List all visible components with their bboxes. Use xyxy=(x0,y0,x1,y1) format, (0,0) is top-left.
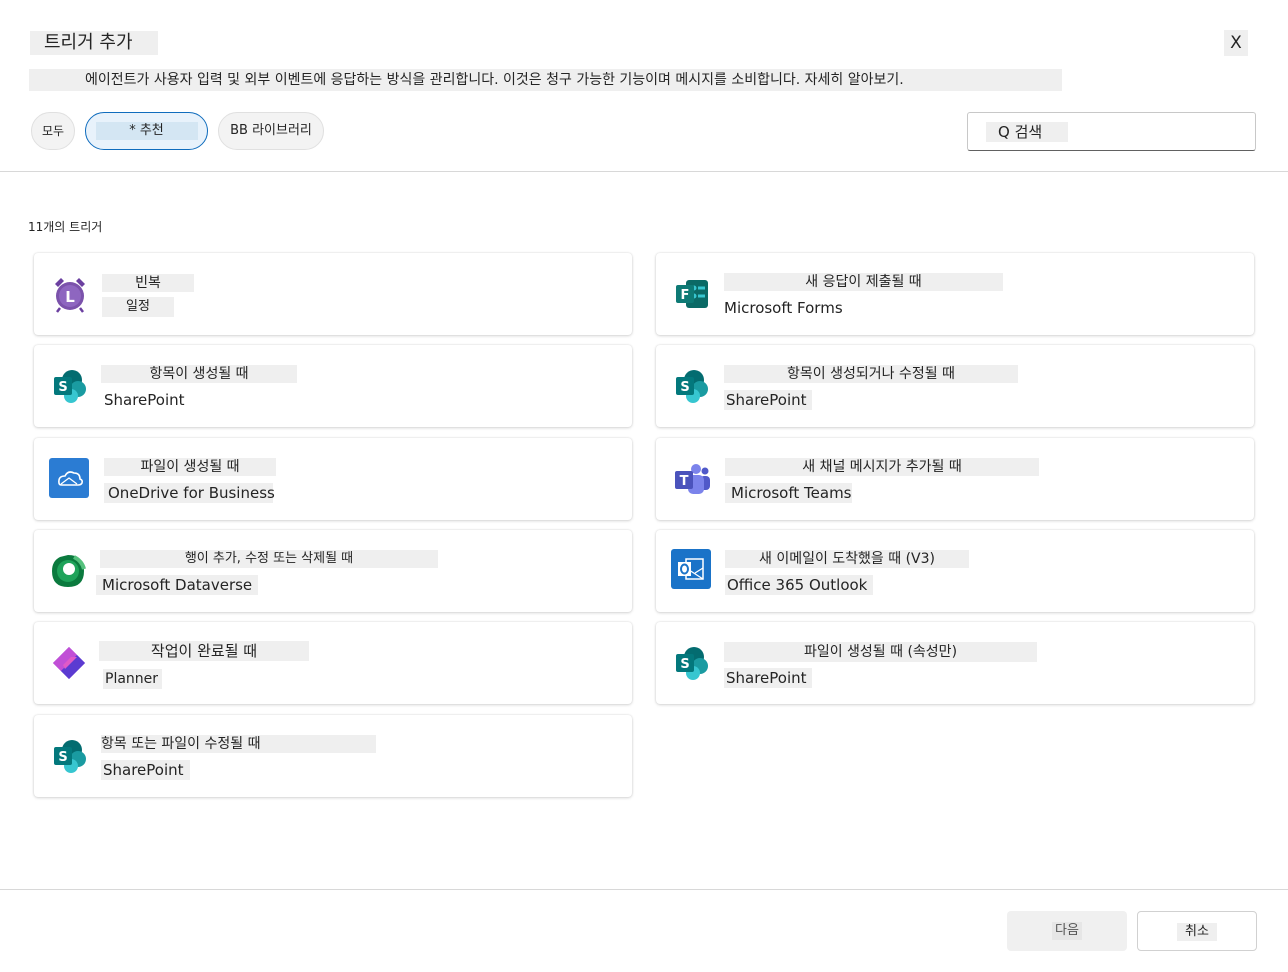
svg-text:T: T xyxy=(680,474,689,489)
footer-divider xyxy=(0,889,1288,890)
onedrive-icon xyxy=(49,458,89,498)
trigger-card-dataverse-row[interactable]: 행이 추가, 수정 또는 삭제될 때 Microsoft Dataverse xyxy=(34,530,632,612)
alarm-clock-icon: L xyxy=(50,274,90,314)
dialog-description: 에이전트가 사용자 입력 및 외부 이벤트에 응답하는 방식을 관리합니다. 이… xyxy=(29,69,1062,91)
trigger-source: SharePoint xyxy=(724,390,812,410)
trigger-card-forms-response[interactable]: F 새 응답이 제출될 때 Microsoft Forms xyxy=(656,253,1254,335)
cancel-button-label: 취소 xyxy=(1177,922,1217,941)
trigger-title: 빈복 xyxy=(102,274,194,292)
sharepoint-icon: S xyxy=(672,643,712,683)
outlook-icon xyxy=(671,549,711,589)
filter-recommended-label: * 추천 xyxy=(95,122,198,140)
trigger-title: 새 채널 메시지가 추가될 때 xyxy=(725,458,1039,476)
trigger-card-sp-item-file-modified[interactable]: S 항목 또는 파일이 수정될 때 SharePoint xyxy=(34,715,632,797)
trigger-source: SharePoint xyxy=(104,391,185,409)
trigger-source: SharePoint xyxy=(101,760,190,780)
svg-text:S: S xyxy=(58,750,67,765)
trigger-card-sp-file-created-props[interactable]: S 파일이 생성될 때 (속성만) SharePoint xyxy=(656,622,1254,704)
trigger-source: Microsoft Teams xyxy=(725,483,852,503)
trigger-card-planner-task[interactable]: 작업이 완료될 때 Planner xyxy=(34,622,632,704)
filter-library-pill[interactable]: BB 라이브러리 xyxy=(218,112,324,150)
trigger-source: OneDrive for Business xyxy=(104,483,275,503)
svg-text:L: L xyxy=(65,288,75,306)
filter-all-pill[interactable]: 모두 xyxy=(31,112,75,150)
trigger-card-recurrence[interactable]: L 빈복 일정 xyxy=(34,253,632,335)
trigger-title: 항목 또는 파일이 수정될 때 xyxy=(101,735,376,753)
search-label: Q 검색 xyxy=(986,122,1068,142)
filter-recommended-pill[interactable]: * 추천 xyxy=(85,112,208,150)
dataverse-icon xyxy=(48,551,88,591)
sharepoint-icon: S xyxy=(50,736,90,776)
trigger-source: SharePoint xyxy=(724,668,812,688)
svg-text:S: S xyxy=(58,380,67,395)
trigger-title: 작업이 완료될 때 xyxy=(99,641,309,661)
trigger-source: Microsoft Forms xyxy=(724,299,843,317)
svg-text:S: S xyxy=(680,657,689,672)
next-button[interactable]: 다음 xyxy=(1007,911,1127,951)
trigger-card-outlook-email[interactable]: 새 이메일이 도착했을 때 (V3) Office 365 Outlook xyxy=(656,530,1254,612)
teams-icon: T xyxy=(672,459,712,499)
planner-icon xyxy=(49,643,89,683)
trigger-title: 항목이 생성될 때 xyxy=(101,365,297,383)
trigger-count: 11개의 트리거 xyxy=(28,220,103,234)
close-button[interactable]: X xyxy=(1224,30,1248,56)
svg-text:F: F xyxy=(681,288,690,303)
trigger-card-teams-message[interactable]: T 새 채널 메시지가 추가될 때 Microsoft Teams xyxy=(656,438,1254,520)
trigger-source: Microsoft Dataverse xyxy=(96,575,258,595)
trigger-title: 파일이 생성될 때 (속성만) xyxy=(724,642,1037,662)
trigger-source: 일정 xyxy=(102,297,174,317)
sharepoint-icon: S xyxy=(672,366,712,406)
trigger-title: 행이 추가, 수정 또는 삭제될 때 xyxy=(100,550,438,568)
trigger-card-onedrive-file-created[interactable]: 파일이 생성될 때 OneDrive for Business xyxy=(34,438,632,520)
trigger-card-sp-item-created-modified[interactable]: S 항목이 생성되거나 수정될 때 SharePoint xyxy=(656,345,1254,427)
header-divider xyxy=(0,171,1288,172)
trigger-title: 새 이메일이 도착했을 때 (V3) xyxy=(725,550,969,568)
trigger-source: Office 365 Outlook xyxy=(725,575,873,595)
cancel-button[interactable]: 취소 xyxy=(1137,911,1257,951)
trigger-title: 항목이 생성되거나 수정될 때 xyxy=(724,365,1018,383)
search-input[interactable]: Q 검색 xyxy=(967,112,1256,151)
sharepoint-icon: S xyxy=(50,366,90,406)
trigger-source: Planner xyxy=(103,669,162,689)
svg-text:S: S xyxy=(680,380,689,395)
forms-icon: F xyxy=(672,274,712,314)
trigger-title: 파일이 생성될 때 xyxy=(104,458,276,476)
dialog-title: 트리거 추가 xyxy=(30,31,158,55)
trigger-title: 새 응답이 제출될 때 xyxy=(724,273,1003,291)
trigger-card-sp-item-created[interactable]: S 항목이 생성될 때 SharePoint xyxy=(34,345,632,427)
next-button-label: 다음 xyxy=(1052,921,1082,940)
